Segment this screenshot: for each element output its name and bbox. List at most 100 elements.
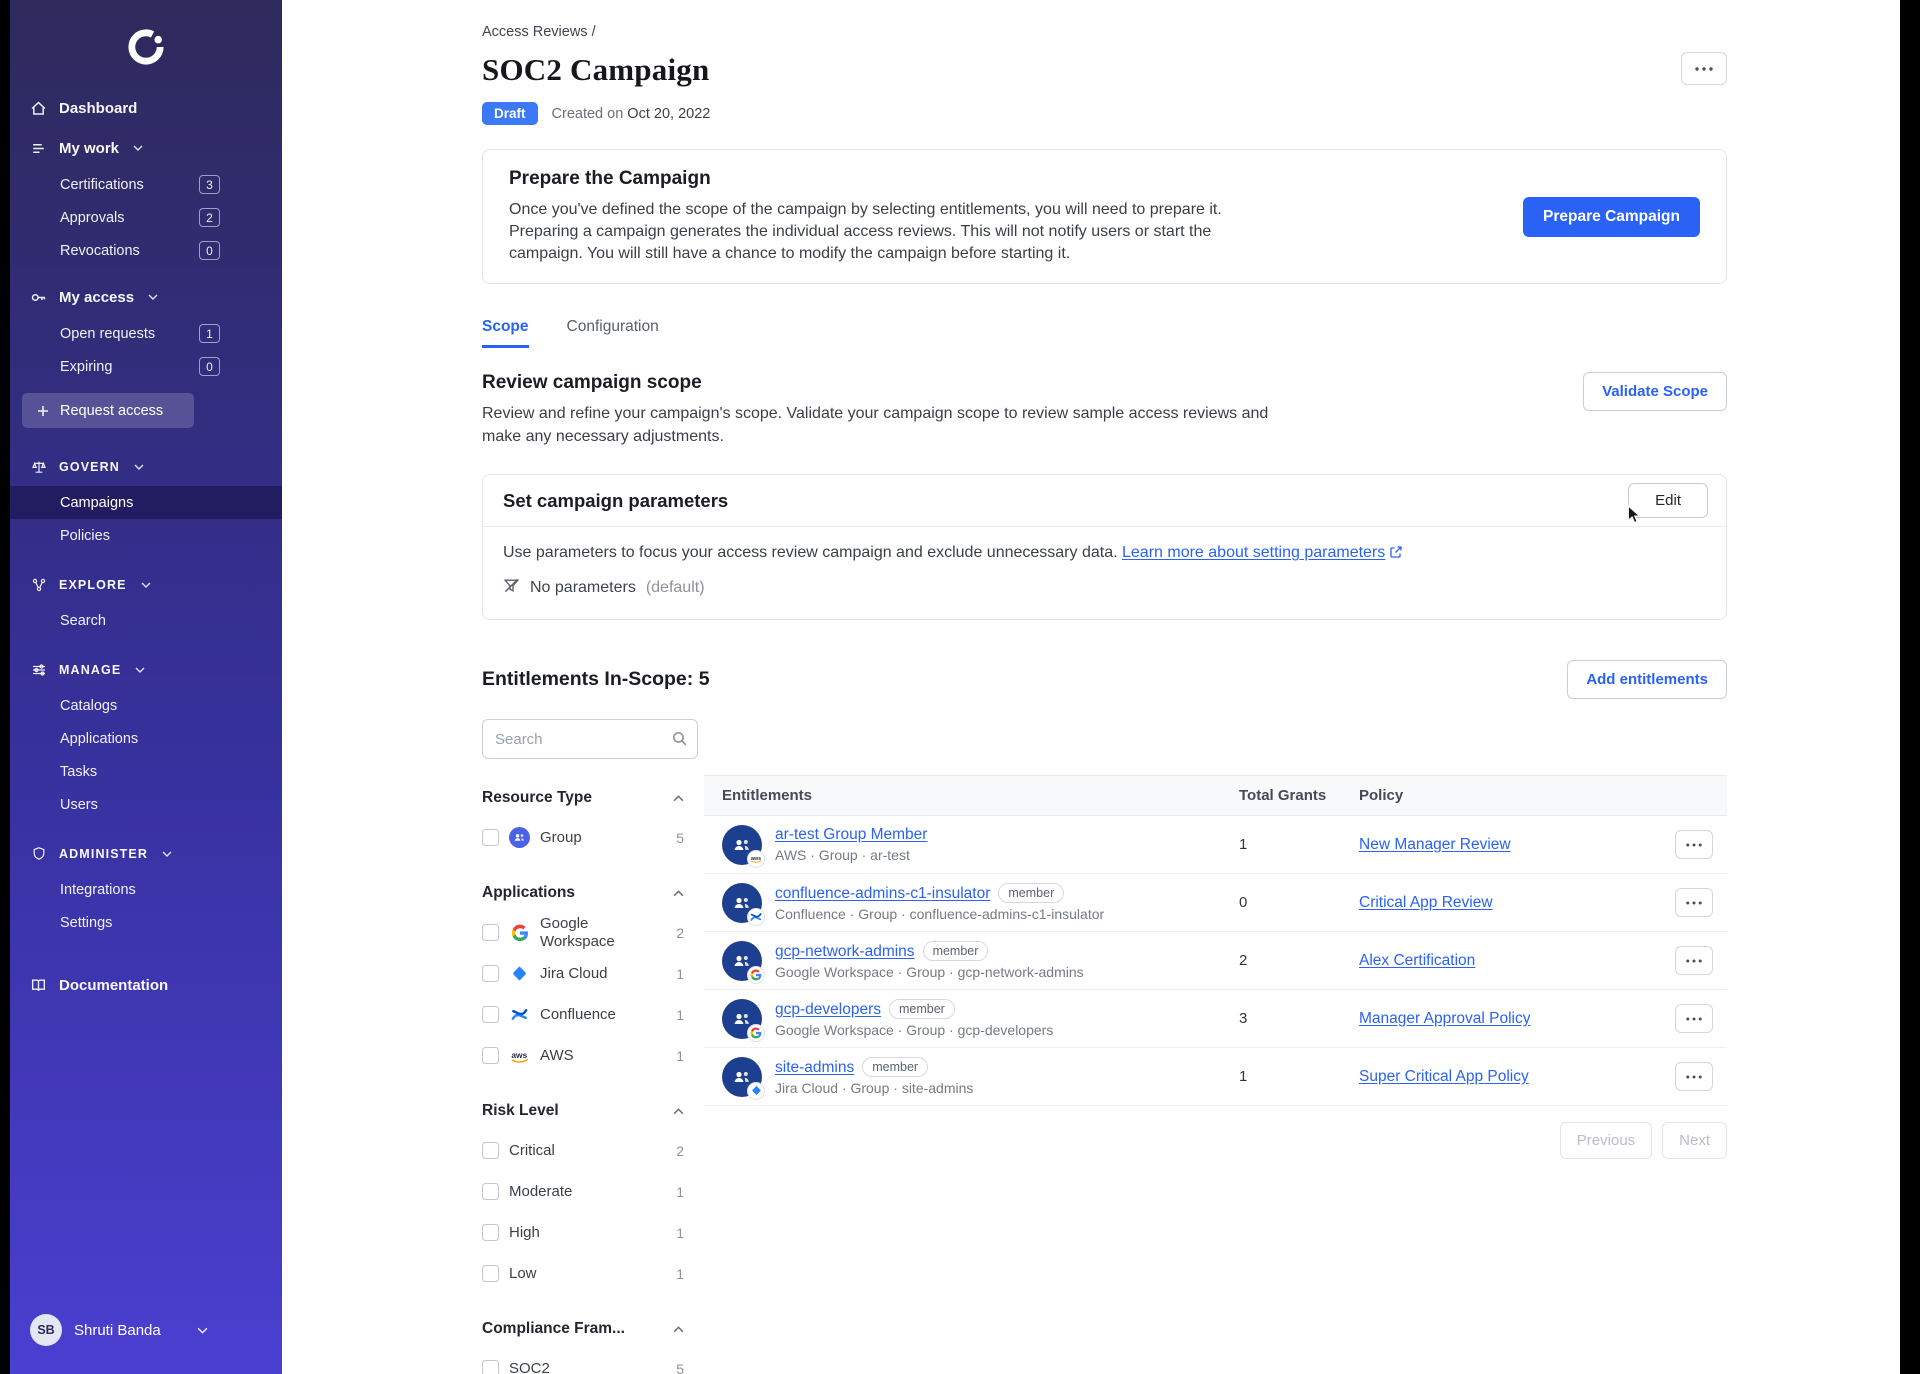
sidebar-section-administer[interactable]: ADMINISTER <box>10 835 282 873</box>
filter-panel: Resource Type Group 5 Applications Googl… <box>482 775 684 1374</box>
shield-icon <box>30 846 47 863</box>
sidebar-item-users[interactable]: Users <box>10 788 282 821</box>
sidebar-item-tasks[interactable]: Tasks <box>10 755 282 788</box>
sidebar-section-explore[interactable]: EXPLORE <box>10 566 282 604</box>
column-policy: Policy <box>1359 787 1404 805</box>
count-badge: 2 <box>199 208 220 227</box>
sidebar-item-settings[interactable]: Settings <box>10 906 282 939</box>
row-more-button[interactable] <box>1675 1062 1713 1092</box>
sidebar-item-revocations[interactable]: Revocations 0 <box>10 234 282 267</box>
filter-option-count: 2 <box>676 924 684 941</box>
row-more-button[interactable] <box>1675 830 1713 860</box>
filter-group-title: Risk Level <box>482 1102 559 1120</box>
row-more-button[interactable] <box>1675 1004 1713 1034</box>
request-access-button[interactable]: Request access <box>22 393 194 428</box>
filter-group-header[interactable]: Resource Type <box>482 779 684 817</box>
filter-option-low[interactable]: Low 1 <box>482 1253 684 1294</box>
filter-group-header[interactable]: Risk Level <box>482 1092 684 1130</box>
checkbox[interactable] <box>482 924 499 942</box>
validate-scope-button[interactable]: Validate Scope <box>1583 372 1727 412</box>
chevron-down-icon <box>148 294 158 300</box>
row-more-button[interactable] <box>1675 888 1713 918</box>
tab-scope[interactable]: Scope <box>482 318 529 349</box>
entitlement-link[interactable]: gcp-developers <box>775 1001 881 1018</box>
policy-link[interactable]: Super Critical App Policy <box>1359 1068 1529 1085</box>
entitlements-search-input[interactable] <box>482 719 698 760</box>
filter-option-moderate[interactable]: Moderate 1 <box>482 1171 684 1212</box>
sidebar-section-manage[interactable]: MANAGE <box>10 651 282 689</box>
next-page-button[interactable]: Next <box>1662 1122 1727 1160</box>
edit-label: Edit <box>1655 492 1681 510</box>
parameters-learn-more-link[interactable]: Learn more about setting parameters <box>1122 544 1403 561</box>
filter-option-soc2[interactable]: SOC2 5 <box>482 1348 684 1374</box>
filter-option-count: 5 <box>676 1360 684 1374</box>
chevron-up-icon <box>673 789 684 807</box>
sidebar-item-label: Tasks <box>60 763 98 780</box>
filter-option-group[interactable]: Group 5 <box>482 817 684 858</box>
sidebar-item-dashboard[interactable]: Dashboard <box>10 88 282 128</box>
chevron-up-icon <box>673 884 684 902</box>
previous-page-button[interactable]: Previous <box>1559 1122 1653 1160</box>
row-more-button[interactable] <box>1675 946 1713 976</box>
filter-group-header[interactable]: Compliance Fram... <box>482 1310 684 1348</box>
aws-icon: aws <box>747 849 765 868</box>
sidebar-item-applications[interactable]: Applications <box>10 722 282 755</box>
policy-link[interactable]: New Manager Review <box>1359 836 1511 853</box>
count-badge: 3 <box>199 175 220 194</box>
table-row: gcp-developers member Google Workspace · … <box>704 990 1727 1049</box>
chevron-down-icon <box>133 145 143 151</box>
checkbox[interactable] <box>482 1224 499 1242</box>
policy-link[interactable]: Alex Certification <box>1359 952 1475 969</box>
sidebar-item-catalogs[interactable]: Catalogs <box>10 689 282 722</box>
entitlement-link[interactable]: confluence-admins-c1-insulator <box>775 885 990 902</box>
filter-group-header[interactable]: Applications <box>482 874 684 912</box>
sidebar-item-search[interactable]: Search <box>10 604 282 637</box>
sidebar-item-open-requests[interactable]: Open requests 1 <box>10 317 282 350</box>
filter-option-label: High <box>509 1223 540 1241</box>
filter-option-high[interactable]: High 1 <box>482 1212 684 1253</box>
entitlements-table: Entitlements Total Grants Policy aws ar-… <box>704 775 1727 1160</box>
checkbox[interactable] <box>482 1360 499 1374</box>
entitlement-link[interactable]: ar-test Group Member <box>775 826 927 843</box>
checkbox[interactable] <box>482 1047 499 1065</box>
user-menu[interactable]: SB Shruti Banda <box>10 1314 282 1374</box>
breadcrumb-link-access-reviews[interactable]: Access Reviews <box>482 24 588 40</box>
confluence-icon <box>747 907 765 926</box>
sidebar-item-label: Search <box>60 612 106 629</box>
checkbox[interactable] <box>482 1142 499 1160</box>
sidebar-group-my-access[interactable]: My access <box>10 277 282 317</box>
policy-link[interactable]: Critical App Review <box>1359 894 1493 911</box>
sidebar-item-campaigns[interactable]: Campaigns <box>10 486 282 519</box>
add-entitlements-button[interactable]: Add entitlements <box>1567 660 1727 700</box>
svg-text:aws: aws <box>750 856 760 862</box>
filter-option-confluence[interactable]: Confluence 1 <box>482 994 684 1035</box>
tab-configuration[interactable]: Configuration <box>567 318 659 348</box>
edit-parameters-button[interactable]: Edit <box>1628 483 1708 524</box>
sidebar-item-certifications[interactable]: Certifications 3 <box>10 168 282 201</box>
sidebar-item-integrations[interactable]: Integrations <box>10 873 282 906</box>
filter-option-jira-cloud[interactable]: Jira Cloud 1 <box>482 953 684 994</box>
sidebar-item-policies[interactable]: Policies <box>10 519 282 552</box>
entitlements-title: Entitlements In-Scope: 5 <box>482 668 710 691</box>
sidebar-section-govern[interactable]: GOVERN <box>10 448 282 486</box>
checkbox[interactable] <box>482 1183 499 1201</box>
sidebar-item-expiring[interactable]: Expiring 0 <box>10 350 282 383</box>
sidebar-group-my-work[interactable]: My work <box>10 128 282 168</box>
checkbox[interactable] <box>482 965 499 983</box>
checkbox[interactable] <box>482 829 499 847</box>
sidebar-item-documentation[interactable]: Documentation <box>10 965 282 1005</box>
filter-option-google-workspace[interactable]: Google Workspace 2 <box>482 912 684 953</box>
checkbox[interactable] <box>482 1006 499 1024</box>
filter-option-critical[interactable]: Critical 2 <box>482 1130 684 1171</box>
entitlement-link[interactable]: gcp-network-admins <box>775 943 915 960</box>
policy-link[interactable]: Manager Approval Policy <box>1359 1010 1530 1027</box>
ellipsis-icon <box>1686 843 1702 847</box>
sidebar-item-approvals[interactable]: Approvals 2 <box>10 201 282 234</box>
conductorone-logo[interactable] <box>10 26 282 68</box>
filter-option-aws[interactable]: aws AWS 1 <box>482 1035 684 1076</box>
page-more-button[interactable] <box>1681 52 1727 85</box>
scope-section-body: Review and refine your campaign's scope.… <box>482 405 1269 445</box>
entitlement-link[interactable]: site-admins <box>775 1059 854 1076</box>
checkbox[interactable] <box>482 1265 499 1283</box>
prepare-campaign-button[interactable]: Prepare Campaign <box>1523 196 1700 237</box>
